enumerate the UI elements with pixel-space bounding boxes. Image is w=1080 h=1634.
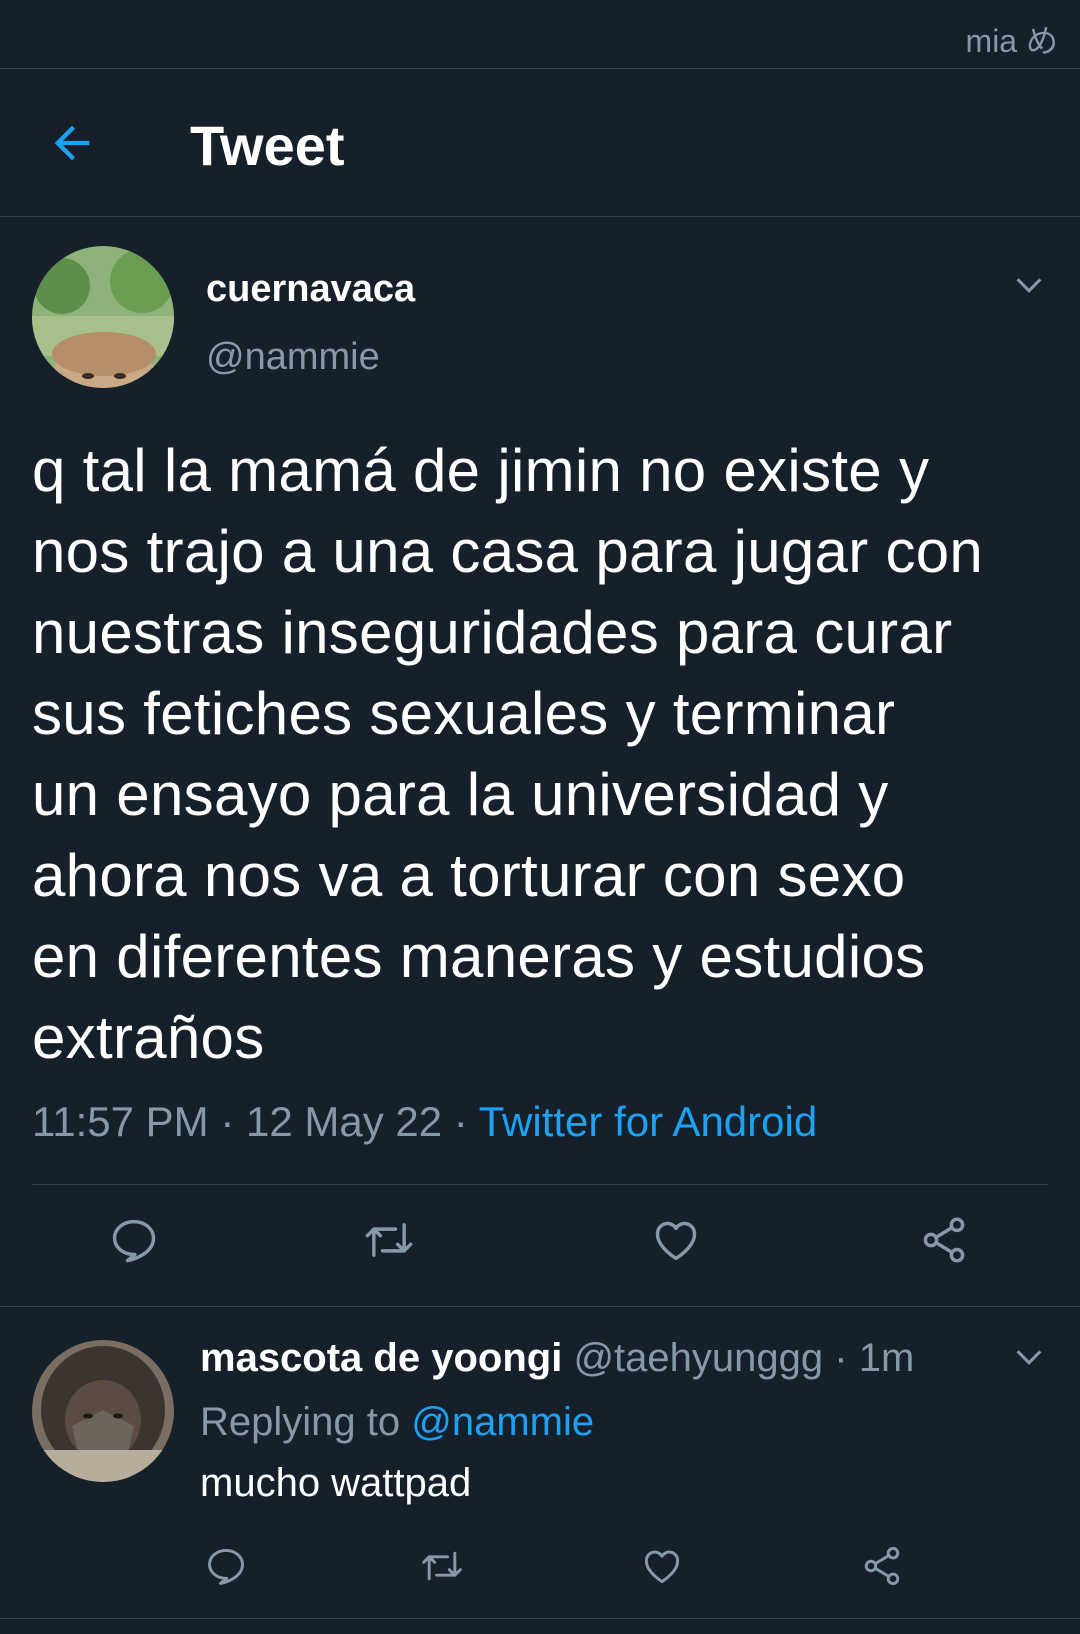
divider xyxy=(0,1618,1080,1619)
tweet-actions xyxy=(0,1210,1080,1280)
share-icon xyxy=(864,1546,900,1586)
tweet-date: 12 May 22 xyxy=(246,1098,443,1145)
meta-separator: · xyxy=(453,1098,468,1145)
like-icon xyxy=(644,1550,680,1584)
replying-to-handle[interactable]: @nammie xyxy=(411,1400,594,1444)
retweet-button[interactable] xyxy=(420,1544,464,1588)
meta-separator: · xyxy=(220,1098,235,1145)
author-handle[interactable]: @nammie xyxy=(206,336,380,379)
reply-timestamp: 1m xyxy=(858,1336,915,1380)
tweet-meta: 11:57 PM · 12 May 22 · Twitter for Andro… xyxy=(32,1098,817,1146)
share-button[interactable] xyxy=(918,1214,970,1266)
tweet-options-button[interactable] xyxy=(1012,268,1046,302)
page-title: Tweet xyxy=(190,114,345,177)
tweet-text: q tal la mamá de jimin no existe y nos t… xyxy=(32,437,984,1071)
reply-options-button[interactable] xyxy=(1012,1340,1046,1374)
avatar[interactable] xyxy=(32,246,174,388)
tweet-time: 11:57 PM xyxy=(32,1098,209,1145)
like-icon xyxy=(655,1221,697,1261)
author-name[interactable]: cuernavaca xyxy=(206,268,415,311)
share-button[interactable] xyxy=(860,1544,904,1588)
reply-icon xyxy=(112,1219,156,1263)
watermark-text: mia め xyxy=(965,23,1058,59)
reply-author-handle[interactable]: @taehyunggg xyxy=(573,1336,823,1380)
meta-separator: · xyxy=(834,1336,848,1380)
app-header: Tweet xyxy=(0,69,1080,217)
share-icon xyxy=(923,1217,965,1263)
arrow-left-icon xyxy=(54,125,90,161)
reply-actions xyxy=(0,1540,1080,1600)
reply-author-name[interactable]: mascota de yoongi xyxy=(200,1336,562,1380)
replying-to-label: Replying to xyxy=(200,1400,401,1444)
back-button[interactable] xyxy=(46,117,98,169)
retweet-button[interactable] xyxy=(363,1214,415,1266)
reply-icon xyxy=(208,1548,244,1585)
divider xyxy=(32,1184,1048,1185)
reply-text: mucho wattpad xyxy=(200,1461,472,1505)
retweet-icon xyxy=(365,1223,413,1257)
tweet-source-link[interactable]: Twitter for Android xyxy=(479,1098,817,1145)
reply-avatar[interactable] xyxy=(32,1340,174,1482)
chevron-down-icon xyxy=(1016,1350,1042,1365)
retweet-icon xyxy=(422,1551,462,1581)
like-button[interactable] xyxy=(640,1544,684,1588)
divider xyxy=(0,1306,1080,1307)
reply-button[interactable] xyxy=(204,1544,248,1588)
replying-to: Replying to @nammie xyxy=(200,1400,594,1445)
header-divider xyxy=(0,216,1080,217)
chevron-down-icon xyxy=(1016,278,1042,293)
reply-button[interactable] xyxy=(108,1214,160,1266)
like-button[interactable] xyxy=(650,1214,702,1266)
avatar-image xyxy=(32,1340,174,1482)
reply-header: mascota de yoongi @taehyunggg · 1m xyxy=(200,1336,914,1381)
avatar-image xyxy=(32,246,174,388)
